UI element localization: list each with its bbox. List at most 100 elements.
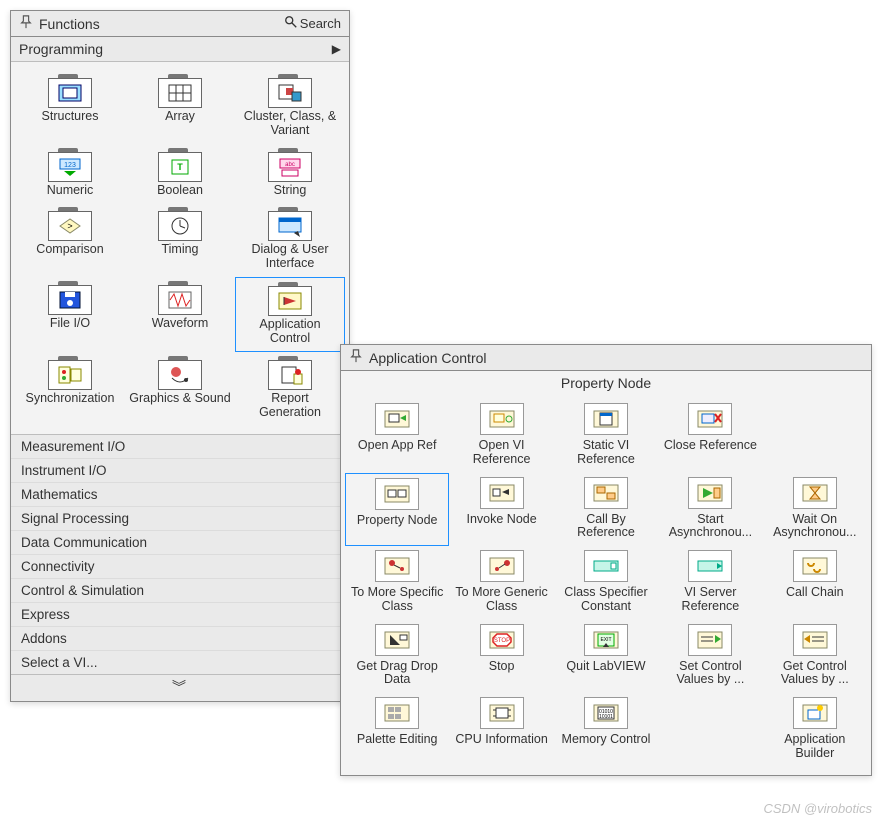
node-icon: EXIT (584, 624, 628, 656)
palette-item-label: Waveform (152, 317, 209, 331)
node-icon (375, 624, 419, 656)
palette-item-label: Cluster, Class, & Variant (239, 110, 341, 138)
category-item[interactable]: Data Communication (11, 531, 349, 555)
pin-icon[interactable] (19, 15, 33, 32)
palette-item-label: Report Generation (239, 392, 341, 420)
palette-item-label: Array (165, 110, 195, 124)
palette-item-label: Memory Control (562, 733, 651, 747)
palette-item[interactable]: Wait On Asynchronou... (763, 473, 867, 547)
node-icon (688, 624, 732, 656)
palette-item-label: Property Node (357, 514, 438, 528)
category-item[interactable]: Measurement I/O (11, 435, 349, 459)
palette-item[interactable]: Cluster, Class, & Variant (235, 70, 345, 144)
palette-item[interactable]: Get Control Values by ... (763, 620, 867, 694)
palette-item-label: Palette Editing (357, 733, 438, 747)
node-icon (480, 550, 524, 582)
palette-item[interactable]: Close Reference (658, 399, 762, 473)
node-icon (793, 697, 837, 729)
node-icon (375, 478, 419, 510)
palette-item[interactable]: Palette Editing (345, 693, 449, 767)
node-icon (480, 697, 524, 729)
folder-icon: > (48, 207, 92, 241)
palette-item[interactable]: Open App Ref (345, 399, 449, 473)
search-label: Search (300, 16, 341, 31)
category-item[interactable]: Instrument I/O (11, 459, 349, 483)
palette-item[interactable]: To More Generic Class (449, 546, 553, 620)
palette-item[interactable]: > Comparison (15, 203, 125, 277)
folder-icon (268, 74, 312, 108)
appctrl-subtitle: Property Node (341, 371, 871, 391)
search-icon (284, 15, 298, 32)
node-icon (793, 550, 837, 582)
palette-item[interactable]: Dialog & User Interface (235, 203, 345, 277)
palette-item[interactable]: Property Node (345, 473, 449, 547)
palette-item-label: Structures (42, 110, 99, 124)
palette-item[interactable]: STOP Stop (449, 620, 553, 694)
palette-item[interactable]: Synchronization (15, 352, 125, 426)
palette-item[interactable]: Application Control (235, 277, 345, 353)
palette-item[interactable]: Class Specifier Constant (554, 546, 658, 620)
node-icon: STOP (480, 624, 524, 656)
palette-item[interactable]: Waveform (125, 277, 235, 353)
category-item[interactable]: Connectivity (11, 555, 349, 579)
palette-item[interactable]: Start Asynchronou... (658, 473, 762, 547)
pin-icon[interactable] (349, 349, 363, 366)
search-button[interactable]: Search (284, 15, 341, 32)
svg-text:abc: abc (285, 162, 295, 168)
node-icon (793, 624, 837, 656)
palette-item[interactable]: Timing (125, 203, 235, 277)
svg-text:123: 123 (64, 162, 76, 169)
palette-item[interactable]: Set Control Values by ... (658, 620, 762, 694)
palette-item[interactable]: CPU Information (449, 693, 553, 767)
svg-text:10101: 10101 (599, 714, 613, 720)
folder-icon (268, 207, 312, 241)
category-item[interactable]: Addons (11, 627, 349, 651)
palette-item[interactable]: Call Chain (763, 546, 867, 620)
appctrl-title: Application Control (369, 350, 863, 366)
node-icon (480, 477, 524, 509)
palette-item[interactable]: Open VI Reference (449, 399, 553, 473)
palette-item[interactable]: Report Generation (235, 352, 345, 426)
svg-text:STOP: STOP (493, 638, 509, 644)
palette-item[interactable]: Get Drag Drop Data (345, 620, 449, 694)
category-item[interactable]: Signal Processing (11, 507, 349, 531)
palette-item[interactable]: Call By Reference (554, 473, 658, 547)
palette-item[interactable]: Graphics & Sound (125, 352, 235, 426)
palette-item-label: CPU Information (455, 733, 547, 747)
palette-item[interactable]: To More Specific Class (345, 546, 449, 620)
palette-item[interactable]: Static VI Reference (554, 399, 658, 473)
palette-item[interactable]: EXIT Quit LabVIEW (554, 620, 658, 694)
palette-item-label: Dialog & User Interface (239, 243, 341, 271)
palette-item[interactable]: Application Builder (763, 693, 867, 767)
folder-icon (158, 74, 202, 108)
palette-item[interactable]: VI Server Reference (658, 546, 762, 620)
palette-item[interactable]: Structures (15, 70, 125, 144)
palette-item[interactable]: abc String (235, 144, 345, 204)
category-item[interactable]: Select a VI... (11, 651, 349, 674)
programming-subheader[interactable]: Programming ▶ (11, 37, 349, 62)
palette-item[interactable]: Invoke Node (449, 473, 553, 547)
folder-icon: 123 (48, 148, 92, 182)
category-item[interactable]: Express (11, 603, 349, 627)
palette-item-label: Class Specifier Constant (558, 586, 654, 614)
palette-item[interactable]: 123 Numeric (15, 144, 125, 204)
palette-item[interactable]: File I/O (15, 277, 125, 353)
node-icon: 0101010101 (584, 697, 628, 729)
palette-item-label: Set Control Values by ... (662, 660, 758, 688)
palette-item-label: Call Chain (786, 586, 844, 600)
expand-toggle[interactable]: ︾ (11, 674, 349, 701)
palette-item[interactable]: Array (125, 70, 235, 144)
node-icon (375, 550, 419, 582)
palette-item-label: Boolean (157, 184, 203, 198)
category-item[interactable]: Control & Simulation (11, 579, 349, 603)
category-item[interactable]: Mathematics (11, 483, 349, 507)
subheader-label: Programming (19, 41, 103, 57)
palette-item-label: Wait On Asynchronou... (767, 513, 863, 541)
palette-item[interactable]: T Boolean (125, 144, 235, 204)
palette-item-label: Open VI Reference (453, 439, 549, 467)
palette-item-label: Synchronization (26, 392, 115, 406)
watermark: CSDN @virobotics (763, 801, 872, 816)
folder-icon (158, 281, 202, 315)
palette-item[interactable]: 0101010101 Memory Control (554, 693, 658, 767)
appctrl-grid: Open App Ref Open VI Reference Static VI… (341, 391, 871, 775)
